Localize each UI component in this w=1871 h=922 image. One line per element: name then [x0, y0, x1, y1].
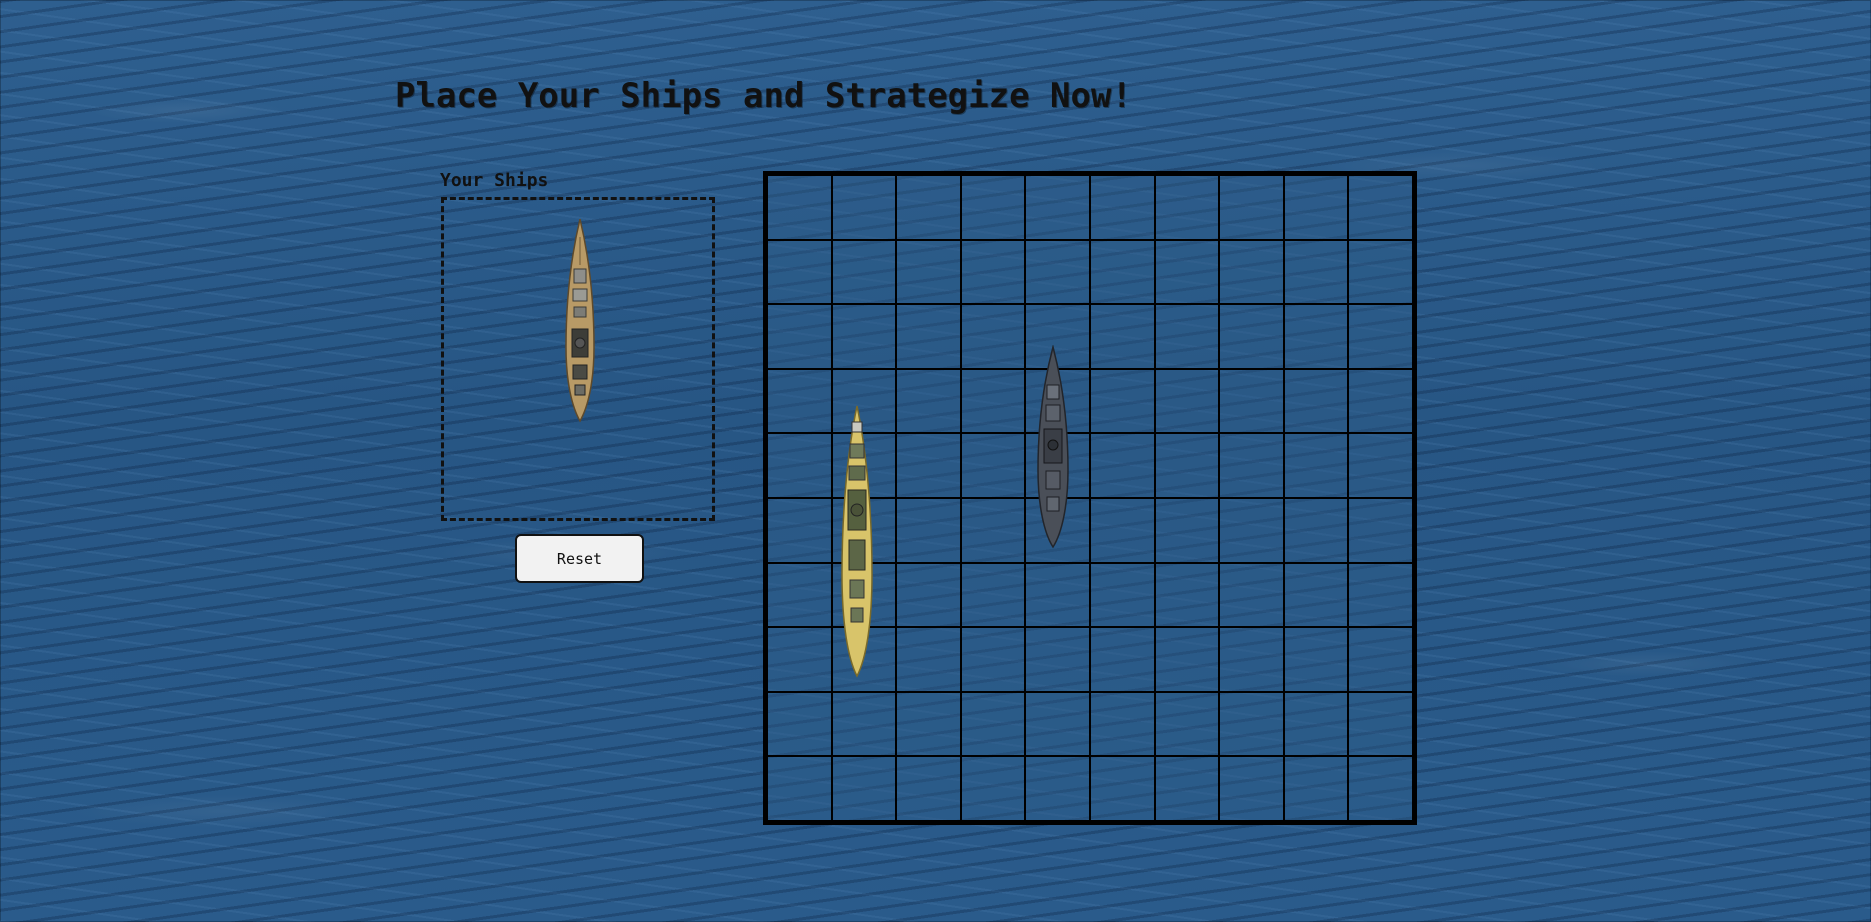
board-cell[interactable]: [896, 562, 961, 628]
board-cell[interactable]: [960, 497, 1026, 563]
board-cell[interactable]: [960, 239, 1026, 305]
board-cell[interactable]: [831, 239, 897, 305]
board-cell[interactable]: [896, 368, 961, 434]
board-cell[interactable]: [831, 691, 897, 757]
board-cell[interactable]: [960, 433, 1026, 498]
board-cell[interactable]: [831, 756, 897, 821]
page-title: Place Your Ships and Strategize Now!: [395, 76, 1132, 116]
board-cell[interactable]: [1283, 497, 1349, 563]
board-cell[interactable]: [1219, 691, 1284, 757]
board-cell[interactable]: [1283, 627, 1349, 692]
board-cell[interactable]: [1219, 497, 1284, 563]
board-cell[interactable]: [1154, 368, 1220, 434]
board-cell[interactable]: [1283, 691, 1349, 757]
board-cell[interactable]: [1025, 756, 1090, 821]
board-cell[interactable]: [1089, 175, 1155, 240]
board-cell[interactable]: [1154, 691, 1220, 757]
board-cell[interactable]: [1283, 239, 1349, 305]
board-cell[interactable]: [1154, 627, 1220, 692]
board-cell[interactable]: [767, 368, 832, 434]
board-cell[interactable]: [1089, 304, 1155, 369]
board-cell[interactable]: [1089, 627, 1155, 692]
board-cell[interactable]: [1219, 175, 1284, 240]
board-cell[interactable]: [767, 239, 832, 305]
board-cell[interactable]: [767, 562, 832, 628]
board-cell[interactable]: [1154, 756, 1220, 821]
board-cell[interactable]: [960, 368, 1026, 434]
board-cell[interactable]: [960, 756, 1026, 821]
board-cell[interactable]: [1154, 304, 1220, 369]
board-cell[interactable]: [960, 627, 1026, 692]
board-cell[interactable]: [1219, 239, 1284, 305]
board-cell[interactable]: [896, 691, 961, 757]
board-cell[interactable]: [960, 562, 1026, 628]
board-cell[interactable]: [1283, 368, 1349, 434]
board-cell[interactable]: [1089, 756, 1155, 821]
board-cell[interactable]: [960, 304, 1026, 369]
board-cell[interactable]: [1154, 239, 1220, 305]
board-cell[interactable]: [1348, 691, 1413, 757]
board-cell[interactable]: [1154, 433, 1220, 498]
board-cell[interactable]: [767, 433, 832, 498]
board-cell[interactable]: [831, 304, 897, 369]
board-cell[interactable]: [960, 175, 1026, 240]
board-cell[interactable]: [896, 304, 961, 369]
board-cell[interactable]: [1089, 691, 1155, 757]
board-cell[interactable]: [767, 497, 832, 563]
board-cell[interactable]: [1219, 627, 1284, 692]
board-cell[interactable]: [767, 691, 832, 757]
board-cell[interactable]: [1089, 239, 1155, 305]
board-cell[interactable]: [1154, 562, 1220, 628]
yellow-battleship[interactable]: [838, 404, 876, 678]
board-cell[interactable]: [1025, 627, 1090, 692]
board-cell[interactable]: [1089, 497, 1155, 563]
grey-battleship[interactable]: [1034, 345, 1072, 549]
board-cell[interactable]: [1089, 562, 1155, 628]
board-cell[interactable]: [896, 433, 961, 498]
board-cell[interactable]: [896, 627, 961, 692]
board-cell[interactable]: [1348, 627, 1413, 692]
board-cell[interactable]: [896, 756, 961, 821]
board-cell[interactable]: [1219, 562, 1284, 628]
board-cell[interactable]: [1348, 368, 1413, 434]
board-cell[interactable]: [1348, 756, 1413, 821]
board-cell[interactable]: [1348, 304, 1413, 369]
board-cell[interactable]: [1219, 433, 1284, 498]
your-ships-label: Your Ships: [440, 170, 549, 191]
board-cell[interactable]: [767, 304, 832, 369]
board-cell[interactable]: [1219, 368, 1284, 434]
board-cell[interactable]: [1154, 497, 1220, 563]
board-cell[interactable]: [1283, 175, 1349, 240]
board-cell[interactable]: [1025, 239, 1090, 305]
board-cell[interactable]: [767, 756, 832, 821]
ship-dock[interactable]: [441, 197, 715, 521]
board-cell[interactable]: [1154, 175, 1220, 240]
board-cell[interactable]: [1348, 562, 1413, 628]
board-cell[interactable]: [1283, 304, 1349, 369]
board-cell[interactable]: [1089, 368, 1155, 434]
board-cell[interactable]: [1283, 433, 1349, 498]
board-cell[interactable]: [1348, 239, 1413, 305]
board-cell[interactable]: [767, 627, 832, 692]
board-cell[interactable]: [960, 691, 1026, 757]
board-cell[interactable]: [1089, 433, 1155, 498]
reset-button[interactable]: Reset: [515, 534, 644, 583]
board-cell[interactable]: [1025, 175, 1090, 240]
board-cell[interactable]: [1025, 562, 1090, 628]
board-cell[interactable]: [1348, 433, 1413, 498]
board-cell[interactable]: [896, 497, 961, 563]
board-cell[interactable]: [1025, 691, 1090, 757]
board-cell[interactable]: [896, 239, 961, 305]
board-cell[interactable]: [1283, 756, 1349, 821]
board-cell[interactable]: [1219, 756, 1284, 821]
board-cell[interactable]: [896, 175, 961, 240]
board-cell[interactable]: [831, 175, 897, 240]
board-cell[interactable]: [1348, 175, 1413, 240]
board-cell[interactable]: [767, 175, 832, 240]
board-cell[interactable]: [1348, 497, 1413, 563]
board-cell[interactable]: [1219, 304, 1284, 369]
board-cell[interactable]: [1283, 562, 1349, 628]
tan-battleship[interactable]: [562, 217, 598, 423]
